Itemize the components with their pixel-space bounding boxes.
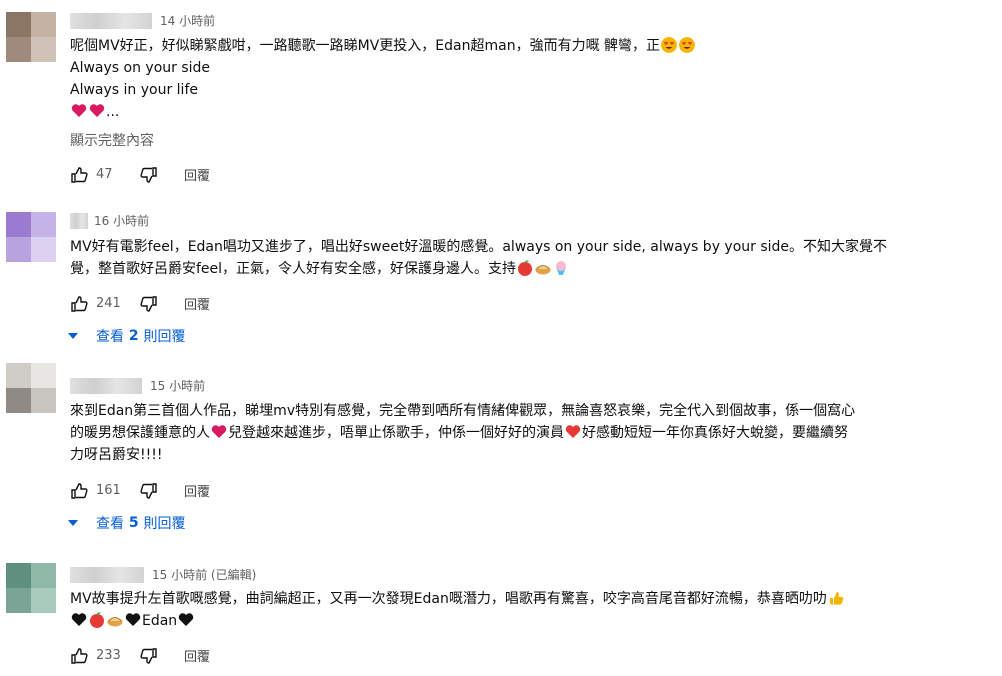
author-name-redacted[interactable] (70, 212, 88, 229)
avatar-tile (6, 563, 31, 588)
comment-time[interactable]: 15 小時前 (150, 377, 205, 394)
comment-line: 呢個MV好正，好似睇緊戲咁，一路聽歌一路睇MV更投入，Edan超man，強而有力… (70, 38, 661, 54)
avatar-tile (6, 237, 31, 262)
sparkling-heart-icon (71, 104, 87, 117)
avatar-tile (6, 212, 31, 237)
pie-emoji-icon (535, 265, 551, 275)
black-heart-icon (125, 613, 141, 626)
comment-actions: 241 回覆 (70, 294, 210, 313)
comment-meta: 15 小時前 (70, 377, 205, 394)
author-name-redacted[interactable] (70, 377, 142, 394)
chevron-down-icon (68, 520, 78, 526)
reply-button[interactable]: 回覆 (184, 165, 210, 184)
like-icon[interactable] (70, 295, 88, 313)
avatar-tile (31, 212, 56, 237)
comment-line: Edan (142, 613, 178, 629)
apple-emoji-icon (518, 260, 533, 276)
shaved-ice-emoji-icon (556, 261, 567, 275)
view-replies-button[interactable]: 查看 2 則回覆 (68, 326, 186, 346)
sparkling-heart-icon (89, 104, 105, 117)
comment-time[interactable]: 14 小時前 (160, 12, 215, 29)
ellipsis: ... (106, 104, 120, 120)
black-heart-icon (71, 613, 87, 626)
like-count: 47 (96, 167, 113, 182)
comment-text: MV好有電影feel，Edan唱功又進步了，唱出好sweet好溫暖的感覺。alw… (70, 236, 972, 280)
comment-meta: 15 小時前 (已編輯) (70, 566, 256, 583)
dislike-icon[interactable] (140, 166, 158, 184)
comment-actions: 233 回覆 (70, 646, 210, 665)
like-count: 241 (96, 296, 121, 311)
black-heart-icon (178, 613, 194, 626)
comment-text: 呢個MV好正，好似睇緊戲咁，一路聽歌一路睇MV更投入，Edan超man，強而有力… (70, 35, 972, 123)
avatar-tile (31, 563, 56, 588)
thumbs-up-emoji-icon (829, 592, 844, 605)
like-icon[interactable] (70, 166, 88, 184)
comment-line: 好感動短短一年你真係好大蛻變，要繼續努 (582, 425, 848, 441)
like-count: 161 (96, 483, 121, 498)
comment-meta: 16 小時前 (70, 212, 149, 229)
show-more-link[interactable]: 顯示完整內容 (70, 130, 154, 150)
author-name-redacted[interactable] (70, 566, 144, 583)
like-count: 233 (96, 648, 121, 663)
view-replies-count: 2 (128, 328, 139, 344)
view-replies-prefix: 查看 (96, 329, 124, 345)
avatar[interactable] (6, 212, 56, 262)
comment-text: MV故事提升左首歌嘅感覺，曲詞編超正，又再一次發現Edan嘅潛力，唱歌再有驚喜，… (70, 588, 972, 632)
comment-meta: 14 小時前 (70, 12, 215, 29)
reply-button[interactable]: 回覆 (184, 294, 210, 313)
avatar-tile (6, 588, 31, 613)
avatar-tile (31, 363, 56, 388)
sparkling-heart-icon (211, 425, 227, 438)
dislike-icon[interactable] (140, 647, 158, 665)
view-replies-count: 5 (128, 515, 139, 531)
avatar-tile (6, 37, 31, 62)
red-heart-icon (565, 425, 581, 438)
comment-actions: 47 回覆 (70, 165, 210, 184)
dislike-icon[interactable] (140, 295, 158, 313)
avatar[interactable] (6, 12, 56, 62)
avatar-tile (6, 363, 31, 388)
avatar-tile (31, 12, 56, 37)
avatar-tile (31, 37, 56, 62)
author-name-redacted[interactable] (70, 12, 152, 29)
comment-line: 兒登越來越進步，唔單止係歌手，仲係一個好好的演員 (228, 425, 564, 441)
comment-actions: 161 回覆 (70, 481, 210, 500)
heart-eyes-emoji-icon (661, 37, 678, 53)
comment-line: 的暖男想保護鍾意的人 (70, 425, 210, 441)
avatar-tile (31, 237, 56, 262)
dislike-icon[interactable] (140, 482, 158, 500)
like-icon[interactable] (70, 482, 88, 500)
avatar[interactable] (6, 363, 56, 413)
reply-button[interactable]: 回覆 (184, 481, 210, 500)
comment-line: 力呀呂爵安!!!! (70, 447, 163, 463)
reply-button[interactable]: 回覆 (184, 646, 210, 665)
avatar[interactable] (6, 563, 56, 613)
comment-line: MV故事提升左首歌嘅感覺，曲詞編超正，又再一次發現Edan嘅潛力，唱歌再有驚喜，… (70, 591, 827, 607)
chevron-down-icon (68, 333, 78, 339)
apple-emoji-icon (90, 612, 104, 628)
avatar-tile (6, 388, 31, 413)
avatar-tile (31, 588, 56, 613)
view-replies-button[interactable]: 查看 5 則回覆 (68, 513, 186, 533)
heart-eyes-emoji-icon (679, 37, 696, 53)
comment-line: MV好有電影feel，Edan唱功又進步了，唱出好sweet好溫暖的感覺。alw… (70, 239, 888, 255)
avatar-tile (31, 388, 56, 413)
comment-line: 來到Edan第三首個人作品，睇埋mv特別有感覺，完全帶到哂所有情緒俾觀眾，無論喜… (70, 403, 856, 419)
comment-line: Always in your life (70, 82, 198, 98)
comment-line: 覺，整首歌好呂爵安feel，正氣，令人好有安全感，好保護身邊人。支持 (70, 261, 517, 277)
comment-time[interactable]: 16 小時前 (94, 212, 149, 229)
like-icon[interactable] (70, 647, 88, 665)
comment-text: 來到Edan第三首個人作品，睇埋mv特別有感覺，完全帶到哂所有情緒俾觀眾，無論喜… (70, 400, 972, 466)
avatar-tile (6, 12, 31, 37)
view-replies-suffix: 則回覆 (143, 516, 186, 532)
comment-time[interactable]: 15 小時前 (已編輯) (152, 566, 256, 583)
comment-line: Always on your side (70, 60, 211, 76)
view-replies-prefix: 查看 (96, 516, 124, 532)
view-replies-suffix: 則回覆 (143, 329, 186, 345)
pie-emoji-icon (107, 617, 123, 627)
